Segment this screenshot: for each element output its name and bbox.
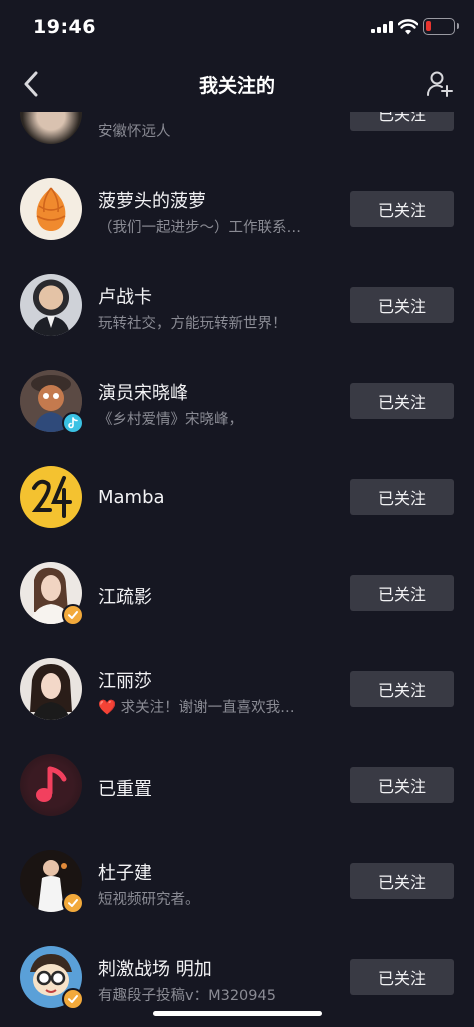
list-item[interactable]: 杜子建 短视频研究者。 已关注 [0,834,474,930]
user-bio: 安徽怀远人 [98,124,171,140]
avatar[interactable] [20,178,82,240]
user-name: 江丽莎 [98,671,152,692]
status-time: 19:46 [33,16,96,38]
avatar[interactable] [20,946,84,1010]
following-button[interactable]: 已关注 [350,287,454,323]
verified-badge-icon [62,988,84,1010]
nav-bar: 我关注的 [0,56,474,112]
user-name: 卢战卡 [98,287,152,308]
following-button[interactable]: 已关注 [350,671,454,707]
user-name: Mamba [98,487,165,508]
status-bar: 19:46 [0,0,474,56]
list-item[interactable]: 安徽怀远人 已关注 [0,112,474,162]
cellular-signal-icon [371,21,393,33]
following-button[interactable]: 已关注 [350,479,454,515]
avatar[interactable] [20,112,82,144]
following-button[interactable]: 已关注 [350,383,454,419]
person-photo [30,664,72,720]
verified-badge-icon [62,892,84,914]
number-24-logo [31,476,72,518]
avatar[interactable] [20,658,82,720]
following-button[interactable]: 已关注 [350,767,454,803]
pinecone-icon [36,187,66,231]
music-note-icon [36,766,67,802]
avatar[interactable] [20,850,84,914]
following-button[interactable]: 已关注 [350,959,454,995]
list-item[interactable]: 卢战卡 玩转社交，方能玩转新世界！ 已关注 [0,258,474,354]
avatar[interactable] [20,274,82,336]
user-bio: 短视频研究者。 [98,892,200,908]
verified-badge-icon [62,604,84,626]
user-bio: ❤️ 求关注！谢谢一直喜欢我… [98,700,295,716]
user-bio: 玩转社交，方能玩转新世界！ [98,316,287,332]
avatar[interactable] [20,754,82,816]
avatar[interactable] [20,466,82,528]
following-button[interactable]: 已关注 [350,112,454,131]
tiktok-badge-icon [62,412,84,434]
following-list: 安徽怀远人 已关注 菠萝头的菠萝 （我们一起进步～）工作联系… 已关注 卢战卡 … [0,112,474,1027]
person-photo [32,316,70,336]
home-indicator[interactable] [153,1011,322,1016]
user-bio: （我们一起进步～）工作联系… [98,220,301,236]
user-name: 杜子建 [98,863,152,884]
user-name: 菠萝头的菠萝 [98,191,206,212]
list-item[interactable]: 已重置 已关注 [0,738,474,834]
list-item[interactable]: 菠萝头的菠萝 （我们一起进步～）工作联系… 已关注 [0,162,474,258]
add-user-icon [427,71,453,97]
user-name: 刺激战场 明加 [98,959,212,980]
following-button[interactable]: 已关注 [350,575,454,611]
avatar[interactable] [20,370,84,434]
list-item[interactable]: 演员宋晓峰 《乡村爱情》宋晓峰， 已关注 [0,354,474,450]
user-name: 演员宋晓峰 [98,383,188,404]
following-button[interactable]: 已关注 [350,863,454,899]
list-item[interactable]: Mamba 已关注 [0,450,474,546]
list-item[interactable]: 江丽莎 ❤️ 求关注！谢谢一直喜欢我… 已关注 [0,642,474,738]
avatar[interactable] [20,562,84,626]
user-name: 江疏影 [98,587,152,608]
battery-icon [423,18,459,35]
list-item[interactable]: 江疏影 已关注 [0,546,474,642]
user-name: 已重置 [98,779,152,800]
page-title: 我关注的 [198,75,275,97]
user-bio: 有趣段子投稿v：M320945 [98,988,276,1004]
add-friend-button[interactable] [420,66,460,102]
user-bio: 《乡村爱情》宋晓峰， [98,412,243,428]
following-button[interactable]: 已关注 [350,191,454,227]
wifi-icon [398,19,418,35]
